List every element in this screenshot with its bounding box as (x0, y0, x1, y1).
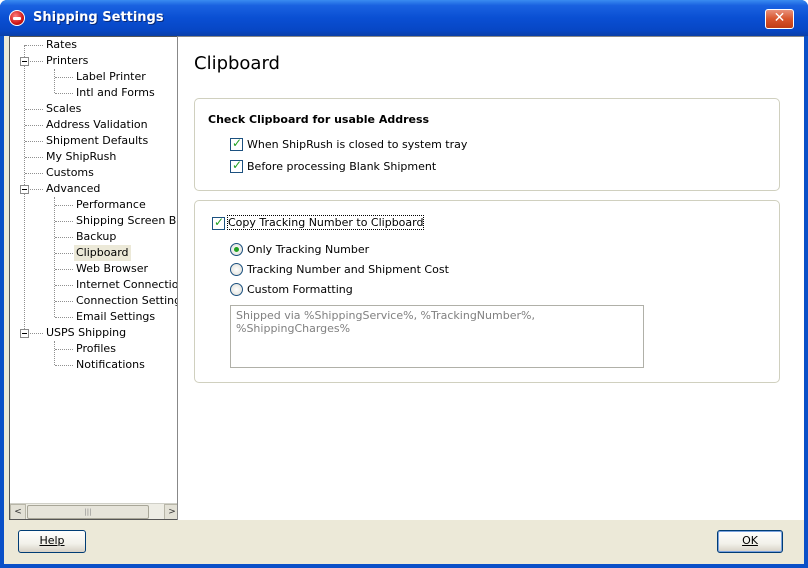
tree-item-shipping-screen-behavior[interactable]: Shipping Screen Beha (10, 213, 180, 229)
tree-connector (25, 125, 43, 126)
tree-connector (25, 45, 43, 46)
blank-shipment-label[interactable]: Before processing Blank Shipment (247, 160, 436, 173)
tree-item-rates[interactable]: Rates (10, 37, 180, 53)
tree-connector (55, 93, 73, 94)
tree-item-label: My ShipRush (46, 150, 117, 163)
tree-connector (55, 365, 73, 366)
tree-item-label: Rates (46, 38, 77, 51)
window-title: Shipping Settings (33, 10, 164, 25)
copy-tracking-checkbox[interactable] (212, 215, 225, 230)
custom-format-textarea[interactable]: Shipped via %ShippingService%, %Tracking… (230, 305, 644, 368)
tree-connector (55, 349, 73, 350)
tree-item-scales[interactable]: Scales (10, 101, 180, 117)
tree-item-label: Address Validation (46, 118, 148, 131)
tree-item-profiles[interactable]: Profiles (10, 341, 180, 357)
tree-connector (55, 301, 73, 302)
tree-item-label: Advanced (46, 182, 101, 195)
tree-connector (25, 173, 43, 174)
collapse-icon[interactable] (20, 185, 29, 194)
close-button[interactable]: ✕ (765, 9, 794, 29)
help-button-label: Help (39, 534, 65, 547)
tree-item-intl-and-forms[interactable]: Intl and Forms (10, 85, 180, 101)
tree-item-printers[interactable]: Printers (10, 53, 180, 69)
tree-item-notifications[interactable]: Notifications (10, 357, 180, 373)
tree-item-backup[interactable]: Backup (10, 229, 180, 245)
tree-connector (25, 109, 43, 110)
tree-connector (55, 317, 73, 318)
blank-shipment-checkbox[interactable] (230, 158, 243, 173)
only-tracking-radio[interactable] (230, 243, 243, 256)
tree-item-clipboard[interactable]: Clipboard (10, 245, 180, 261)
tree-item-label: Clipboard (74, 245, 131, 261)
settings-tree[interactable]: Rates Printers Label Printer Intl and Fo… (9, 36, 181, 520)
tree-item-email-settings[interactable]: Email Settings (10, 309, 180, 325)
tree-item-usps-shipping[interactable]: USPS Shipping (10, 325, 180, 341)
tree-connector (25, 141, 43, 142)
check-clipboard-group: Check Clipboard for usable Address When … (194, 98, 780, 191)
ok-button[interactable]: OK (717, 530, 783, 553)
tree-connector (55, 253, 73, 254)
custom-formatting-radio[interactable] (230, 283, 243, 296)
tree-item-my-shiprush[interactable]: My ShipRush (10, 149, 180, 165)
tree-item-label: Shipment Defaults (46, 134, 149, 147)
tree-item-performance[interactable]: Performance (10, 197, 180, 213)
tree-item-internet-connection[interactable]: Internet Connection (10, 277, 180, 293)
tree-item-label: Connection Settings (76, 294, 181, 307)
title-bar[interactable]: Shipping Settings ✕ (0, 0, 808, 36)
tree-connector (55, 77, 73, 78)
tree-item-label: Label Printer (76, 70, 146, 83)
help-button[interactable]: Help (18, 530, 86, 553)
tree-connector (55, 269, 73, 270)
custom-formatting-label[interactable]: Custom Formatting (247, 283, 353, 296)
shipping-settings-window: Shipping Settings ✕ Rates Printers Label (0, 0, 808, 568)
page-title: Clipboard (194, 53, 280, 74)
ok-button-label: OK (742, 534, 758, 547)
scroll-left-arrow-icon[interactable]: < (10, 504, 26, 519)
tracking-and-cost-radio[interactable] (230, 263, 243, 276)
check-clipboard-group-title: Check Clipboard for usable Address (208, 113, 430, 126)
tree-item-label: Shipping Screen Beha (76, 214, 180, 227)
tree-connector (55, 285, 73, 286)
app-icon (9, 10, 25, 26)
tree-item-advanced[interactable]: Advanced (10, 181, 180, 197)
dialog-client-area: Rates Printers Label Printer Intl and Fo… (4, 36, 804, 564)
collapse-icon[interactable] (20, 329, 29, 338)
tree-connector (25, 157, 43, 158)
tree-connector (55, 205, 73, 206)
scroll-thumb[interactable]: ||| (27, 505, 149, 519)
tree-item-label: Email Settings (76, 310, 156, 323)
tree-item-shipment-defaults[interactable]: Shipment Defaults (10, 133, 180, 149)
tree-connector (55, 237, 73, 238)
closed-to-tray-checkbox[interactable] (230, 136, 243, 151)
tree-item-label: Scales (46, 102, 82, 115)
tree-item-label: Profiles (76, 342, 116, 355)
tree-item-label-printer[interactable]: Label Printer (10, 69, 180, 85)
closed-to-tray-label[interactable]: When ShipRush is closed to system tray (247, 138, 467, 151)
tree-item-label: Internet Connection (76, 278, 181, 291)
tree-connector (55, 221, 73, 222)
tree-item-web-browser[interactable]: Web Browser (10, 261, 180, 277)
collapse-icon[interactable] (20, 57, 29, 66)
settings-content-panel: Clipboard Check Clipboard for usable Add… (177, 36, 804, 520)
tree-item-connection-settings[interactable]: Connection Settings (10, 293, 180, 309)
tree-item-label: Backup (76, 230, 117, 243)
tree-item-label: Intl and Forms (76, 86, 155, 99)
only-tracking-label[interactable]: Only Tracking Number (247, 243, 369, 256)
tree-item-label: Customs (46, 166, 94, 179)
tree-item-address-validation[interactable]: Address Validation (10, 117, 180, 133)
tree-item-customs[interactable]: Customs (10, 165, 180, 181)
copy-tracking-label[interactable]: Copy Tracking Number to Clipboard (226, 215, 425, 230)
tree-item-label: Web Browser (76, 262, 149, 275)
tree-item-label: Printers (46, 54, 89, 67)
tree-horizontal-scrollbar[interactable]: < ||| > (10, 503, 180, 519)
tracking-and-cost-label[interactable]: Tracking Number and Shipment Cost (247, 263, 449, 276)
tree-item-label: Performance (76, 198, 146, 211)
tree-item-label: USPS Shipping (46, 326, 127, 339)
tree-item-label: Notifications (76, 358, 145, 371)
